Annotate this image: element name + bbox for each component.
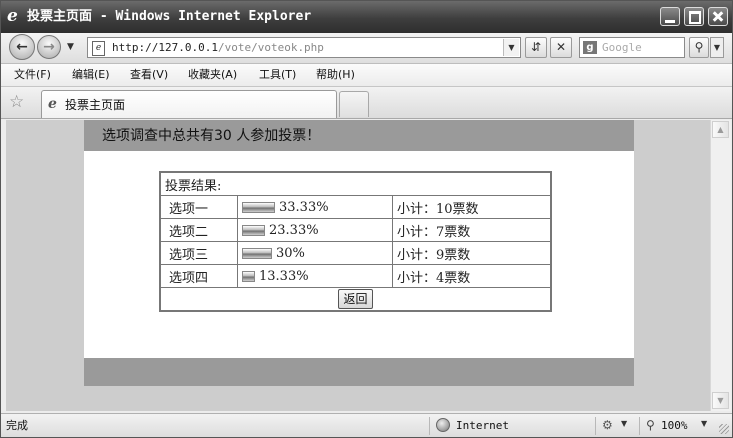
return-button[interactable]: 返回 [338, 289, 373, 309]
menu-help[interactable]: 帮助(H) [316, 67, 355, 83]
option-label: 选项三 [161, 242, 237, 264]
table-title-row: 投票结果: [161, 173, 550, 195]
percent-bar [242, 247, 272, 259]
percent-text: 30% [276, 245, 305, 261]
table-row: 选项三 30% 小计：9票数 [161, 242, 550, 264]
close-button[interactable] [708, 7, 728, 26]
address-dropdown-icon[interactable]: ▼ [503, 39, 519, 56]
percent-bar [242, 201, 275, 213]
forward-arrow-icon: → [43, 39, 55, 55]
search-button[interactable]: ⚲ [689, 37, 709, 58]
address-url[interactable]: http://127.0.0.1/vote/voteok.php [112, 40, 324, 56]
stop-icon: ✕ [555, 40, 567, 54]
window-title: 投票主页面 - Windows Internet Explorer [27, 9, 312, 24]
chevron-down-icon[interactable]: ▼ [621, 419, 627, 428]
search-placeholder: Google [602, 41, 642, 54]
status-divider [429, 417, 430, 435]
menu-tools[interactable]: 工具(T) [259, 67, 296, 83]
new-tab-button[interactable] [339, 91, 369, 117]
option-label: 选项二 [161, 219, 237, 241]
search-options-dropdown[interactable]: ▼ [710, 37, 724, 58]
option-label: 选项四 [161, 265, 237, 287]
percent-cell: 23.33% [238, 219, 392, 241]
vertical-scrollbar[interactable]: ▲ ▼ [710, 120, 731, 411]
status-text: 完成 [6, 419, 28, 432]
refresh-button[interactable]: ⇵ [525, 37, 547, 58]
results-table: 投票结果: 选项一 33.33% 小计：10票数 选项二 23.33% 小计：7… [159, 171, 552, 312]
menu-view[interactable]: 查看(V) [130, 67, 168, 83]
page-header-band: 选项调查中总共有30 人参加投票！ [84, 120, 634, 151]
zoom-icon[interactable]: ⚲ [646, 417, 655, 433]
browser-window: e 投票主页面 - Windows Internet Explorer ← → … [0, 0, 733, 438]
navigation-bar: ← → ▼ e http://127.0.0.1/vote/voteok.php… [1, 33, 732, 64]
chevron-down-icon: ▼ [713, 43, 721, 52]
resize-grip[interactable] [719, 424, 729, 434]
protected-mode-icon[interactable]: ⚙ [602, 417, 613, 433]
page-viewport: 选项调查中总共有30 人参加投票！ 投票结果: 选项一 33.33% 小计：10… [6, 120, 710, 411]
scroll-up-button[interactable]: ▲ [712, 121, 729, 138]
search-box[interactable]: g Google [579, 37, 685, 58]
option-label: 选项一 [161, 196, 237, 218]
page-footer-band [84, 358, 634, 386]
menu-bar: 文件(F) 编辑(E) 查看(V) 收藏夹(A) 工具(T) 帮助(H) [1, 64, 732, 87]
status-divider [639, 417, 640, 435]
menu-edit[interactable]: 编辑(E) [72, 67, 110, 83]
maximize-button[interactable] [684, 7, 704, 26]
table-row: 选项二 23.33% 小计：7票数 [161, 219, 550, 241]
button-cell: 返回 [161, 288, 550, 310]
table-row: 选项一 33.33% 小计：10票数 [161, 196, 550, 218]
google-icon: g [583, 41, 597, 54]
subtotal: 小计：7票数 [393, 219, 550, 241]
percent-text: 33.33% [279, 199, 329, 215]
magnifier-icon: ⚲ [694, 40, 704, 54]
tab-bar: ☆ e 投票主页面 [1, 87, 732, 119]
status-bar: 完成 Internet ⚙ ▼ ⚲ 100% ▼ [1, 413, 732, 437]
back-button[interactable]: ← [9, 34, 35, 60]
percent-bar [242, 270, 255, 282]
back-arrow-icon: ← [16, 39, 28, 55]
globe-icon [436, 418, 450, 432]
ie-logo-icon: e [7, 6, 18, 26]
menu-favorites[interactable]: 收藏夹(A) [188, 67, 237, 83]
minimize-button[interactable] [660, 7, 680, 26]
results-title: 投票结果: [161, 173, 550, 195]
ie-page-icon: e [48, 96, 57, 112]
table-row: 选项四 13.33% 小计：4票数 [161, 265, 550, 287]
table-button-row: 返回 [161, 288, 550, 310]
tab-active[interactable]: e 投票主页面 [41, 90, 337, 118]
scroll-down-button[interactable]: ▼ [712, 392, 729, 409]
percent-cell: 30% [238, 242, 392, 264]
menu-file[interactable]: 文件(F) [14, 67, 51, 83]
subtotal: 小计：9票数 [393, 242, 550, 264]
chevron-down-icon: ▼ [717, 396, 724, 405]
refresh-icon: ⇵ [530, 40, 542, 54]
security-zone: Internet [456, 419, 509, 432]
subtotal: 小计：10票数 [393, 196, 550, 218]
history-dropdown-icon[interactable]: ▼ [67, 42, 74, 52]
url-host: http://127.0.0.1 [112, 41, 218, 54]
stop-button[interactable]: ✕ [550, 37, 572, 58]
page-header-text: 选项调查中总共有30 人参加投票！ [102, 128, 321, 144]
percent-cell: 33.33% [238, 196, 392, 218]
chevron-up-icon: ▲ [717, 125, 724, 134]
percent-text: 13.33% [259, 268, 309, 284]
tab-label: 投票主页面 [65, 98, 126, 112]
percent-bar [242, 224, 265, 236]
subtotal: 小计：4票数 [393, 265, 550, 287]
page-icon: e [92, 41, 105, 56]
url-path: /vote/voteok.php [217, 41, 324, 54]
forward-button[interactable]: → [37, 35, 61, 59]
percent-text: 23.33% [269, 222, 319, 238]
title-bar: e 投票主页面 - Windows Internet Explorer [1, 1, 732, 33]
zoom-level[interactable]: 100% [661, 418, 688, 434]
percent-cell: 13.33% [238, 265, 392, 287]
favorites-star-icon[interactable]: ☆ [9, 92, 24, 112]
zoom-dropdown-icon[interactable]: ▼ [701, 419, 707, 428]
address-bar[interactable]: e http://127.0.0.1/vote/voteok.php ▼ [87, 37, 521, 58]
status-divider [595, 417, 596, 435]
